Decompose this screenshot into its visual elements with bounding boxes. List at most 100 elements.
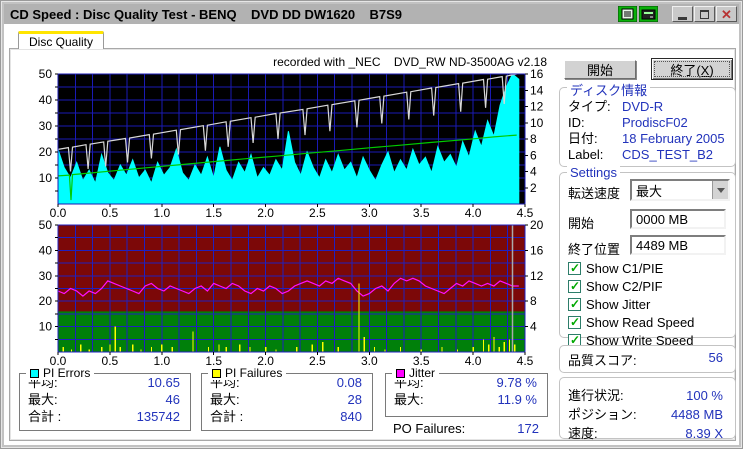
chevron-down-icon <box>712 181 728 199</box>
svg-text:20: 20 <box>39 145 53 159</box>
end-position-label: 終了位置 <box>568 242 621 257</box>
svg-text:1.0: 1.0 <box>153 354 170 368</box>
svg-text:14: 14 <box>530 83 544 97</box>
app-window: CD Speed : Disc Quality Test - BENQ DVD … <box>0 0 743 449</box>
svg-text:3.5: 3.5 <box>413 206 430 220</box>
drive-icon[interactable] <box>639 6 658 22</box>
svg-text:3.0: 3.0 <box>361 354 378 368</box>
svg-text:50: 50 <box>39 218 53 232</box>
disc-info-label: タイプ: <box>568 99 611 114</box>
start-position-input[interactable] <box>630 209 726 229</box>
tab-disc-quality[interactable]: Disc Quality <box>18 31 104 49</box>
svg-text:50: 50 <box>39 67 53 81</box>
svg-text:4: 4 <box>530 165 537 179</box>
transfer-speed-select[interactable]: 最大 <box>630 179 730 201</box>
stat-value: 840 <box>340 409 362 424</box>
svg-text:2.5: 2.5 <box>309 206 326 220</box>
pi-errors-title: PI Errors <box>43 366 91 380</box>
svg-text:3.0: 3.0 <box>361 206 378 220</box>
stat-value: 11.9 % <box>497 392 537 407</box>
jitter-color-swatch <box>396 368 405 378</box>
start-position-label: 開始 <box>568 216 595 231</box>
pi-errors-color-swatch <box>30 368 39 378</box>
window-title: CD Speed : Disc Quality Test - BENQ DVD … <box>10 6 403 22</box>
exit-button[interactable]: 終了(X) <box>651 58 733 80</box>
stat-label: 最大: <box>28 392 58 407</box>
stat-value: 28 <box>347 392 362 407</box>
stat-value: 10.65 <box>147 375 180 390</box>
po-failures-label: PO Failures: <box>393 421 466 436</box>
disc-info-title: ディスク情報 <box>567 80 651 99</box>
show-c2-pif-checkbox[interactable] <box>568 279 581 293</box>
svg-text:10: 10 <box>530 116 544 130</box>
position-label: ポジション: <box>568 407 637 422</box>
show-c1-pie-checkbox[interactable] <box>568 261 581 275</box>
svg-text:12: 12 <box>530 100 544 114</box>
svg-text:0.5: 0.5 <box>102 206 119 220</box>
svg-text:0.5: 0.5 <box>102 354 119 368</box>
pi-errors-box: PI Errors 平均: 10.65 最大: 46 合計 :135742 <box>19 366 191 431</box>
svg-text:16: 16 <box>530 67 544 81</box>
notepad-icon[interactable] <box>618 6 637 22</box>
disc-info-value: DVD-R <box>622 99 664 114</box>
quality-score-label: 品質スコア: <box>568 352 637 368</box>
jitter-legend: Jitter <box>392 366 440 380</box>
svg-text:10: 10 <box>39 171 53 185</box>
checkbox-label: Show C2/PIF <box>586 278 663 294</box>
disc-info-group: ディスク情報 タイプ: DVD-R ID: ProdiscF02 日付: 18 Feb… <box>559 80 736 167</box>
svg-text:1.0: 1.0 <box>153 206 170 220</box>
svg-text:16: 16 <box>530 243 544 257</box>
transfer-speed-label: 転送速度 <box>568 186 621 201</box>
stat-value: 9.78 % <box>496 375 537 390</box>
stat-value: 0.08 <box>336 375 362 390</box>
end-position-input[interactable] <box>630 235 726 255</box>
disc-info-label: Label: <box>568 147 604 162</box>
minimize-icon <box>678 16 687 20</box>
speed-label: 速度: <box>568 426 598 441</box>
svg-text:10: 10 <box>39 320 53 334</box>
quality-charts: 10 20 30 40 50 2 4 6 8 10 12 14 16 0.0 0.5 1.0 1.5 2.0 2.5… <box>15 51 555 369</box>
maximize-icon <box>700 9 709 19</box>
disc-info-label: 日付: <box>568 131 598 146</box>
pi-failures-title: PI Failures <box>225 366 283 380</box>
stat-value: 46 <box>165 392 180 407</box>
svg-text:30: 30 <box>39 269 53 283</box>
svg-text:2: 2 <box>530 181 537 195</box>
stat-label: 最大: <box>394 392 424 407</box>
stat-label: 合計 : <box>210 409 244 424</box>
disc-info-value: 18 February 2005 <box>622 131 725 146</box>
client-area: Disc Quality recorded with _NEC DVD_RW N… <box>4 24 739 445</box>
jitter-box: Jitter 平均: 9.78 % 最大: 11.9 % <box>385 366 548 417</box>
close-button[interactable]: ✕ <box>716 6 737 22</box>
start-button[interactable]: 開始 <box>564 60 636 79</box>
close-icon: ✕ <box>721 6 732 22</box>
checkbox-label: Show Jitter <box>586 296 651 312</box>
speed-value: 8.39 X <box>685 426 723 441</box>
svg-text:4.0: 4.0 <box>465 206 482 220</box>
checkbox-label: Show C1/PIE <box>586 260 664 276</box>
maximize-button[interactable] <box>694 6 715 22</box>
svg-text:12: 12 <box>530 269 544 283</box>
checkbox-label: Show Read Speed <box>586 314 695 330</box>
svg-text:40: 40 <box>39 93 53 107</box>
svg-text:0.0: 0.0 <box>50 206 67 220</box>
stat-label: 合計 : <box>28 409 62 424</box>
svg-text:8: 8 <box>530 132 537 146</box>
svg-text:4.0: 4.0 <box>465 354 482 368</box>
position-value: 4488 MB <box>670 407 723 422</box>
titlebar: CD Speed : Disc Quality Test - BENQ DVD … <box>4 4 739 24</box>
svg-text:40: 40 <box>39 243 53 257</box>
show-read-speed-checkbox[interactable] <box>568 315 581 329</box>
svg-text:30: 30 <box>39 119 53 133</box>
progress-value: 100 % <box>686 388 723 403</box>
disc-info-label: ID: <box>568 115 585 130</box>
minimize-button[interactable] <box>672 6 693 22</box>
settings-title: Settings <box>567 165 620 180</box>
stat-value: 135742 <box>136 409 180 424</box>
progress-group: 進行状況: 100 % ポジション: 4488 MB 速度: 8.39 X <box>559 377 736 441</box>
pi-failures-color-swatch <box>212 368 221 378</box>
start-button-label: 開始 <box>586 63 613 78</box>
po-failures-row: PO Failures: 172 <box>393 421 539 436</box>
show-jitter-checkbox[interactable] <box>568 297 581 311</box>
stat-label: 最大: <box>210 392 240 407</box>
